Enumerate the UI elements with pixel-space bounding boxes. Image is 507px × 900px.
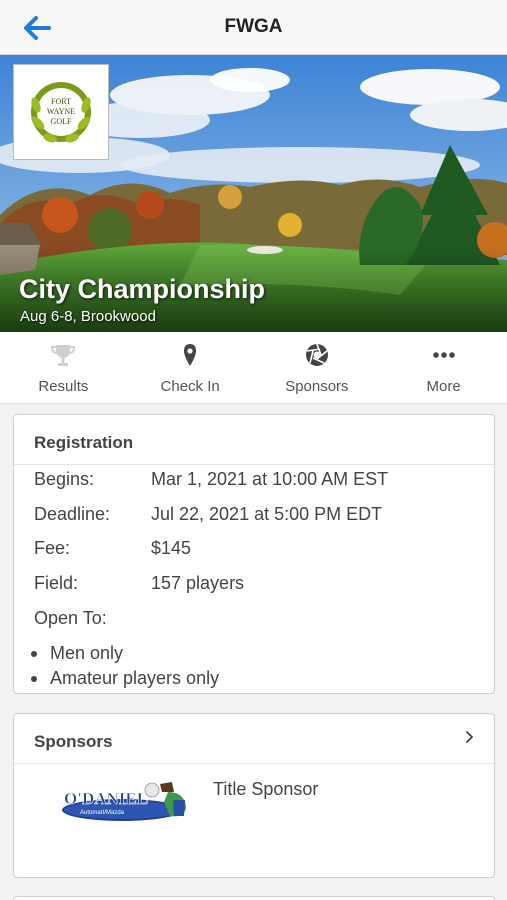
svg-text:WAYNE: WAYNE [47, 107, 75, 116]
fee-value: $145 [151, 538, 192, 558]
registration-title: Registration [34, 433, 134, 452]
sponsors-header: Sponsors [14, 714, 494, 764]
fee-label: Fee: [34, 538, 71, 558]
sponsors-title: Sponsors [34, 732, 113, 751]
registration-card: Registration Begins: Mar 1, 2021 at 10:0… [13, 414, 495, 694]
open-to-label: Open To: [34, 608, 107, 628]
begins-value: Mar 1, 2021 at 10:00 AM EST [151, 469, 389, 489]
trophy-icon [51, 345, 76, 366]
tab-more[interactable]: More [380, 332, 507, 403]
laurel-wreath-icon: FORT WAYNE GOLF [31, 82, 91, 143]
svg-text:O'DANIEL: O'DANIEL [64, 789, 148, 808]
field-value: 157 players [151, 573, 245, 593]
begins-label: Begins: [34, 469, 95, 489]
sponsors-card[interactable]: Sponsors O'DANIEL Automart/Mazda Title S… [13, 713, 495, 878]
event-hero-banner: FORT WAYNE GOLF City Championship Aug 6-… [0, 55, 507, 332]
registration-header: Registration [14, 415, 494, 465]
sponsor-level: Title Sponsor [213, 779, 319, 799]
tab-check-in[interactable]: Check In [127, 332, 254, 403]
tab-check-in-label: Check In [160, 378, 220, 395]
navigation-bar: FWGA [0, 0, 507, 55]
event-title: City Championship [19, 274, 266, 304]
tab-sponsors-label: Sponsors [285, 378, 349, 395]
open-to-item: Amateur players only [30, 668, 220, 688]
open-to-item: Men only [30, 643, 124, 663]
sponsor-logo: O'DANIEL Automart/Mazda [62, 782, 186, 821]
page-title: FWGA [224, 16, 283, 37]
map-pin-icon [184, 344, 197, 366]
ellipsis-icon [432, 352, 455, 358]
event-date-location: Aug 6-8, Brookwood [20, 308, 156, 325]
svg-text:Automart/Mazda: Automart/Mazda [80, 810, 125, 816]
aperture-icon [305, 343, 328, 366]
svg-text:GOLF: GOLF [51, 117, 72, 126]
club-logo: FORT WAYNE GOLF [13, 64, 109, 160]
deadline-value: Jul 22, 2021 at 5:00 PM EDT [151, 504, 383, 524]
svg-text:FORT: FORT [51, 97, 71, 106]
tab-sponsors[interactable]: Sponsors [254, 332, 381, 403]
tab-results[interactable]: Results [0, 332, 127, 403]
tab-results-label: Results [38, 378, 89, 395]
tab-more-label: More [426, 378, 461, 395]
event-tab-bar: Results Check In Sponsors More [0, 332, 507, 404]
field-label: Field: [34, 573, 79, 593]
chevron-right-icon [466, 731, 474, 743]
next-card-edge [13, 896, 495, 900]
deadline-label: Deadline: [34, 504, 111, 524]
